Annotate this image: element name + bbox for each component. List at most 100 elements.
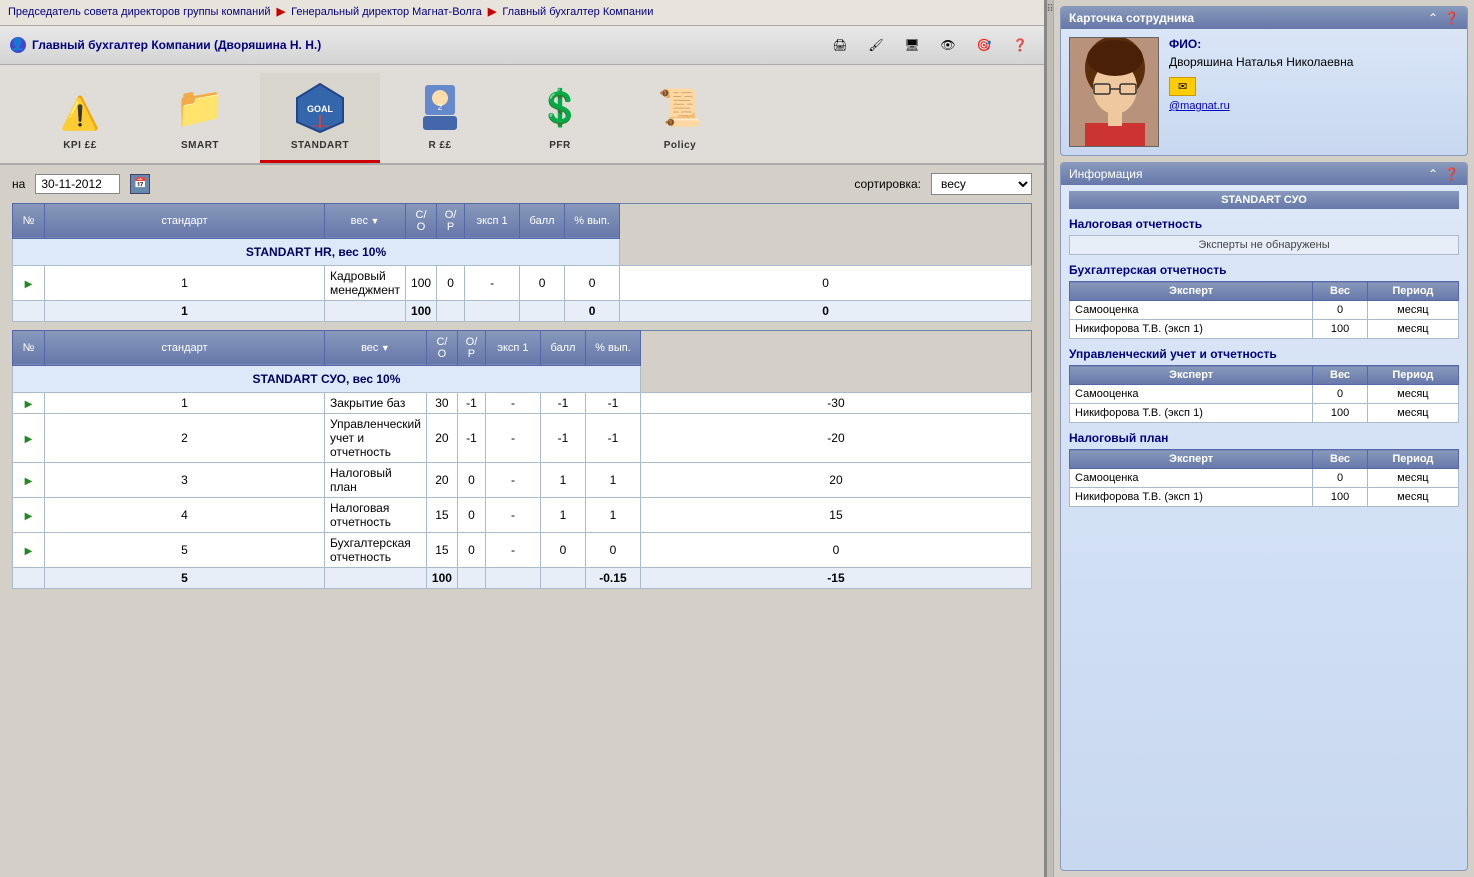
nav-item-standart[interactable]: GOAL STANDART xyxy=(260,73,380,163)
col-ves[interactable]: вес xyxy=(325,203,406,238)
info-table-taxplan: Эксперт Вес Период Самооценка 0 месяц Ни… xyxy=(1069,449,1459,507)
smart-icon: 📁 xyxy=(170,78,230,138)
row2-ves: 20 xyxy=(426,462,457,497)
play-cell[interactable]: ▶ xyxy=(13,265,45,300)
date-input[interactable] xyxy=(35,174,120,194)
info-ves: 100 xyxy=(1313,320,1367,339)
row2-op: - xyxy=(485,392,540,413)
nav-item-pfr[interactable]: 💲 PFR xyxy=(500,73,620,163)
subtotal2-num: 5 xyxy=(45,567,325,588)
email-button[interactable]: ✉ xyxy=(1169,77,1196,96)
nav-item-policy[interactable]: 📜 Policy xyxy=(620,73,740,163)
brush-icon[interactable]: 🖌 xyxy=(862,31,890,59)
col-exp1: эксп 1 xyxy=(465,203,520,238)
col-period-buh: Период xyxy=(1367,282,1458,301)
col-expert-buh: Эксперт xyxy=(1070,282,1313,301)
list-item: Никифорова Т.В. (эксп 1) 100 месяц xyxy=(1070,404,1459,423)
row2-pct: 20 xyxy=(640,462,1031,497)
row2-num: 5 xyxy=(45,532,325,567)
sort-select[interactable]: весу номеру названию xyxy=(931,173,1032,195)
row-co: 0 xyxy=(437,265,465,300)
play-btn2[interactable]: ▶ xyxy=(25,476,33,487)
table-header-row-2: № стандарт вес С/О О/Р эксп 1 балл % вып… xyxy=(13,330,1032,365)
breadcrumb-item-2[interactable]: Генеральный директор Магнат-Волга xyxy=(291,6,482,18)
info-header-icons: ⌃ ❓ xyxy=(1428,167,1459,181)
subtotal2-spacer xyxy=(325,567,427,588)
col-period-mgmt: Период xyxy=(1367,366,1458,385)
subtotal-spacer xyxy=(325,300,406,321)
info-table-mgmt: Эксперт Вес Период Самооценка 0 месяц Ни… xyxy=(1069,365,1459,423)
user-icon: 👤 xyxy=(10,37,26,53)
employee-email[interactable]: @magnat.ru xyxy=(1169,100,1459,112)
subtotal-num: 1 xyxy=(45,300,325,321)
employee-fio-label: ФИО: xyxy=(1169,37,1459,51)
card-help-icon[interactable]: ❓ xyxy=(1444,11,1459,25)
col2-ves[interactable]: вес xyxy=(325,330,427,365)
table-hr: № стандарт вес С/О О/Р эксп 1 балл % вып… xyxy=(12,203,1032,322)
nav-item-smart[interactable]: 📁 SMART xyxy=(140,73,260,163)
subtotal2-exp1 xyxy=(540,567,585,588)
section-title-suo: STANDART СУО, вес 10% xyxy=(13,365,1032,392)
breadcrumb-arrow-2: ▶ xyxy=(488,6,496,18)
subtotal-op xyxy=(465,300,520,321)
list-item: Самооценка 0 месяц xyxy=(1070,469,1459,488)
info-period: месяц xyxy=(1367,385,1458,404)
print-icon[interactable]: 🖨 xyxy=(826,31,854,59)
play-btn2[interactable]: ▶ xyxy=(25,434,33,445)
subtotal-ves: 100 xyxy=(406,300,437,321)
play-cell2[interactable]: ▶ xyxy=(13,392,45,413)
play-btn2[interactable]: ▶ xyxy=(25,546,33,557)
nav-item-kpi[interactable]: ⚠️ KPI ££ xyxy=(20,83,140,163)
play-btn2[interactable]: ▶ xyxy=(25,399,33,410)
employee-name: Дворяшина Наталья Николаевна xyxy=(1169,55,1459,69)
info-panel-header: Информация ⌃ ❓ xyxy=(1061,163,1467,185)
help-icon[interactable]: ❓ xyxy=(1006,31,1034,59)
taxplan-table-body: Самооценка 0 месяц Никифорова Т.В. (эксп… xyxy=(1070,469,1459,507)
nav-label-kpi: KPI ££ xyxy=(63,140,97,155)
row2-ves: 15 xyxy=(426,532,457,567)
play-cell2[interactable]: ▶ xyxy=(13,462,45,497)
no-expert-text: Эксперты не обнаружены xyxy=(1069,235,1459,255)
row2-co: -1 xyxy=(457,392,485,413)
info-subtitle-taxplan: Налоговый план xyxy=(1069,431,1459,445)
monitor-icon[interactable]: 🖥 xyxy=(898,31,926,59)
eye-icon[interactable]: 👁 xyxy=(934,31,962,59)
subtotal-row-2: 5 100 -0.15 -15 xyxy=(13,567,1032,588)
scrollbar-divider[interactable]: ⠿ xyxy=(1046,0,1054,877)
info-expert: Самооценка xyxy=(1070,301,1313,320)
info-ves: 0 xyxy=(1313,301,1367,320)
sort-label: сортировка: xyxy=(854,177,921,191)
info-collapse-icon[interactable]: ⌃ xyxy=(1428,167,1438,181)
info-ves: 0 xyxy=(1313,469,1367,488)
table-suo: № стандарт вес С/О О/Р эксп 1 балл % вып… xyxy=(12,330,1032,589)
col-ball: балл xyxy=(520,203,565,238)
info-expert: Самооценка xyxy=(1070,385,1313,404)
table-row: ▶ 1 Кадровый менеджмент 100 0 - 0 0 0 xyxy=(13,265,1032,300)
col2-pct: % вып. xyxy=(585,330,640,365)
info-ves: 0 xyxy=(1313,385,1367,404)
info-expert: Никифорова Т.В. (эксп 1) xyxy=(1070,404,1313,423)
card-collapse-icon[interactable]: ⌃ xyxy=(1428,11,1438,25)
play-cell2[interactable]: ▶ xyxy=(13,497,45,532)
play-cell2[interactable]: ▶ xyxy=(13,413,45,462)
row2-ball: 1 xyxy=(585,497,640,532)
info-help-icon[interactable]: ❓ xyxy=(1444,167,1459,181)
employee-card-title: Карточка сотрудника xyxy=(1069,11,1194,25)
calendar-icon[interactable]: 📅 xyxy=(130,174,150,194)
play-btn[interactable]: ▶ xyxy=(25,279,33,290)
target-icon[interactable]: 🎯 xyxy=(970,31,998,59)
breadcrumb-item-1[interactable]: Председатель совета директоров группы ко… xyxy=(8,6,271,18)
svg-text:GOAL: GOAL xyxy=(307,104,334,114)
kpi-icon: ⚠️ xyxy=(55,88,105,138)
row2-num: 1 xyxy=(45,392,325,413)
row2-co: -1 xyxy=(457,413,485,462)
breadcrumb-arrow-1: ▶ xyxy=(277,6,285,18)
info-period: месяц xyxy=(1367,404,1458,423)
policy-icon: 📜 xyxy=(650,78,710,138)
breadcrumb-item-3[interactable]: Главный бухгалтер Компании xyxy=(502,6,653,18)
play-btn2[interactable]: ▶ xyxy=(25,511,33,522)
buh-table-body: Самооценка 0 месяц Никифорова Т.В. (эксп… xyxy=(1070,301,1459,339)
play-cell2[interactable]: ▶ xyxy=(13,532,45,567)
nav-item-ree[interactable]: 2 R ££ xyxy=(380,73,500,163)
list-item: Самооценка 0 месяц xyxy=(1070,385,1459,404)
